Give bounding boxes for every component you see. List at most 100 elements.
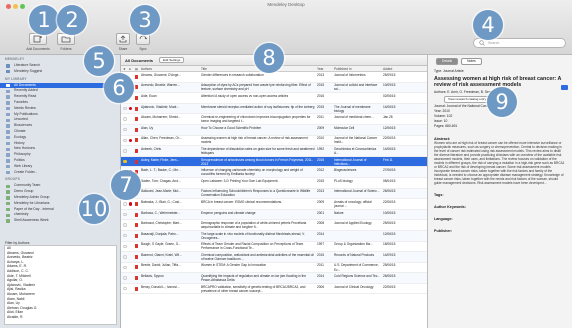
cell-title: Attention! A study of open access vs non… [201, 93, 289, 98]
favorite-star-icon[interactable] [123, 244, 127, 248]
document-row[interactable]: Basavaiji, Dunjala; Patro... The large-sc… [121, 230, 427, 242]
cell-title: Women in STEM: A Gender Gap to Innovatio… [201, 263, 267, 268]
mendeley-window: Mendeley Desktop Add Documents Folders S… [0, 0, 572, 328]
pdf-icon[interactable] [135, 233, 139, 238]
favorite-star-icon[interactable] [123, 149, 127, 153]
issue-value[interactable]: 10 [444, 119, 448, 123]
folder-icon [6, 124, 10, 128]
pdf-icon[interactable] [135, 148, 139, 153]
cell-added: 10/09/15 [383, 83, 396, 88]
pdf-column-icon[interactable]: ▤ [135, 67, 138, 71]
document-row[interactable]: Beede, David; Julian, Tiffa... Women in S… [121, 263, 427, 274]
pdf-icon[interactable] [135, 265, 139, 270]
favorite-star-icon[interactable] [123, 127, 127, 132]
unread-dot-icon[interactable] [129, 202, 133, 206]
document-row[interactable]: Bazenot, Gianni; Krahl, Wil... Chemical c… [121, 252, 427, 263]
tab-notes[interactable]: Notes [461, 57, 482, 65]
document-row[interactable]: Abrams, Giovanni; D'Ange... Gender differ… [121, 72, 427, 83]
column-published-in[interactable]: Published In [334, 67, 352, 71]
sidebar-item-library-label: My Publications [14, 111, 38, 116]
column-title[interactable]: Title [201, 67, 207, 71]
column-year[interactable]: Year [317, 67, 323, 71]
document-row[interactable]: Barbosa, C.; Wehrmeister... Emperor pengu… [121, 209, 427, 221]
pdf-icon[interactable] [135, 276, 139, 281]
abstract-text[interactable]: Women who are at high risk of breast can… [434, 141, 566, 185]
type-value[interactable]: Journal Article [443, 69, 464, 73]
document-row[interactable]: Akcam, Muharrem; Shmid... Chemical re-eng… [121, 114, 427, 125]
favorite-star-icon[interactable] [123, 265, 127, 270]
column-added[interactable]: Added [383, 67, 392, 71]
favorite-star-icon[interactable] [123, 159, 127, 164]
favorite-star-icon[interactable] [123, 212, 127, 217]
document-row[interactable]: Benzy, Donald L.; Ivanovi... BRCAPRO vali… [121, 284, 427, 295]
favorite-star-icon[interactable] [123, 223, 127, 227]
pdf-icon[interactable] [135, 159, 139, 164]
document-row[interactable]: Aide, Euan Attention! A study of open acc… [121, 93, 427, 104]
document-row[interactable]: Aubry, Maite; Finke, Jens... Seroprevalen… [121, 156, 427, 168]
cell-year: 2008 [317, 221, 325, 226]
cell-authors: Allan, Chen; Freedman, Or... [141, 136, 182, 141]
year-value[interactable]: 2010 [443, 109, 450, 113]
share-button[interactable] [116, 33, 130, 45]
cell-pub: Nature [334, 210, 344, 215]
document-row[interactable]: Acevedo, Beatriz; Warren... Adsorption of… [121, 82, 427, 94]
callout-6: 6 [104, 73, 134, 103]
document-row[interactable]: Alan, Uy How To Choose a Good Scientific … [121, 124, 427, 136]
document-row[interactable]: Bailoued, Jean-Marie; Mut... Factors Infl… [121, 188, 427, 200]
pdf-icon[interactable] [135, 212, 139, 217]
pdf-icon[interactable] [135, 223, 139, 228]
favorite-star-icon[interactable] [123, 233, 127, 238]
cell-year: 2001 [317, 210, 325, 215]
pdf-icon[interactable] [135, 201, 139, 206]
favorite-star-icon[interactable] [123, 138, 127, 143]
document-row[interactable]: Bellacis, Spyros Quantifying the impacts … [121, 273, 427, 284]
cell-authors: Balmaka, J.; Blair, G.; Cost... [141, 199, 182, 204]
document-row[interactable]: Baugh, S Gayle; Graen, G... Effects of Te… [121, 242, 427, 253]
edit-settings-button[interactable]: Edit Settings [159, 56, 185, 64]
document-row[interactable]: Balmaka, J.; Blair, G.; Cost... BRCA in b… [121, 199, 427, 210]
folder-icon [6, 184, 10, 188]
folder-icon [6, 190, 10, 194]
pdf-icon[interactable] [135, 244, 139, 249]
document-row[interactable]: Bach, L. T.; Bauke, C.; Me... Influence o… [121, 167, 427, 178]
pdf-icon[interactable] [135, 138, 139, 143]
favorite-star-icon[interactable] [123, 286, 127, 291]
document-row[interactable]: Barbosut, Christophe; Mart... Demographic… [121, 220, 427, 231]
favorite-star-icon[interactable] [123, 255, 127, 259]
document-row[interactable]: Allan, Chen; Freedman, Or... Assessing wo… [121, 136, 427, 147]
pdf-icon[interactable] [135, 74, 139, 79]
document-row[interactable]: Anbeek, Chris The dependence of dissoluti… [121, 146, 427, 157]
unread-dot-icon[interactable] [129, 138, 133, 142]
favorite-star-icon[interactable] [123, 276, 127, 280]
search-icon [479, 40, 485, 46]
author-filter-list[interactable]: All Abrams, Giovanni Acevedo, Beatriz Achar… [4, 245, 117, 325]
pdf-icon[interactable] [135, 95, 139, 100]
favorite-star-icon[interactable] [123, 202, 127, 206]
favorite-star-icon[interactable] [123, 106, 127, 111]
share-icon [119, 35, 127, 43]
type-dropdown-button[interactable] [561, 85, 568, 90]
pdf-icon[interactable] [135, 106, 139, 111]
sidebar-item-library-label: Ecology [14, 134, 27, 139]
read-column-icon[interactable]: ● [129, 67, 131, 71]
cell-title: Seroprevalence of arboviruses among bloo… [201, 157, 313, 166]
filter-author-item[interactable]: Alcalde, R. [5, 315, 116, 320]
pdf-icon[interactable] [135, 254, 139, 259]
pages-value[interactable]: 680-691 [445, 124, 457, 128]
star-column-icon[interactable]: ★ [123, 67, 126, 71]
pdf-icon[interactable] [135, 286, 139, 291]
favorite-star-icon[interactable] [123, 117, 127, 121]
unread-dot-icon[interactable] [129, 106, 133, 111]
pdf-icon[interactable] [135, 117, 139, 122]
document-row[interactable]: Baden, Tom; Chagas, And... Open Labware: … [121, 178, 427, 189]
pdf-icon[interactable] [135, 127, 139, 132]
sidebar-item-library-15[interactable]: Create Folder... [0, 170, 120, 176]
column-authors[interactable]: Authors [141, 67, 152, 71]
tab-details[interactable]: Details [436, 57, 459, 65]
folder-icon [6, 164, 10, 169]
pdf-icon[interactable] [135, 85, 139, 90]
document-row[interactable]: Ajdarovic, Vladimir; Mudr... Membrane ste… [121, 103, 427, 115]
volume-value[interactable]: 102 [447, 114, 453, 118]
sidebar-item-group-label: Demo Group [14, 189, 34, 194]
cell-authors: Baugh, S Gayle; Graen, G... [141, 242, 181, 247]
